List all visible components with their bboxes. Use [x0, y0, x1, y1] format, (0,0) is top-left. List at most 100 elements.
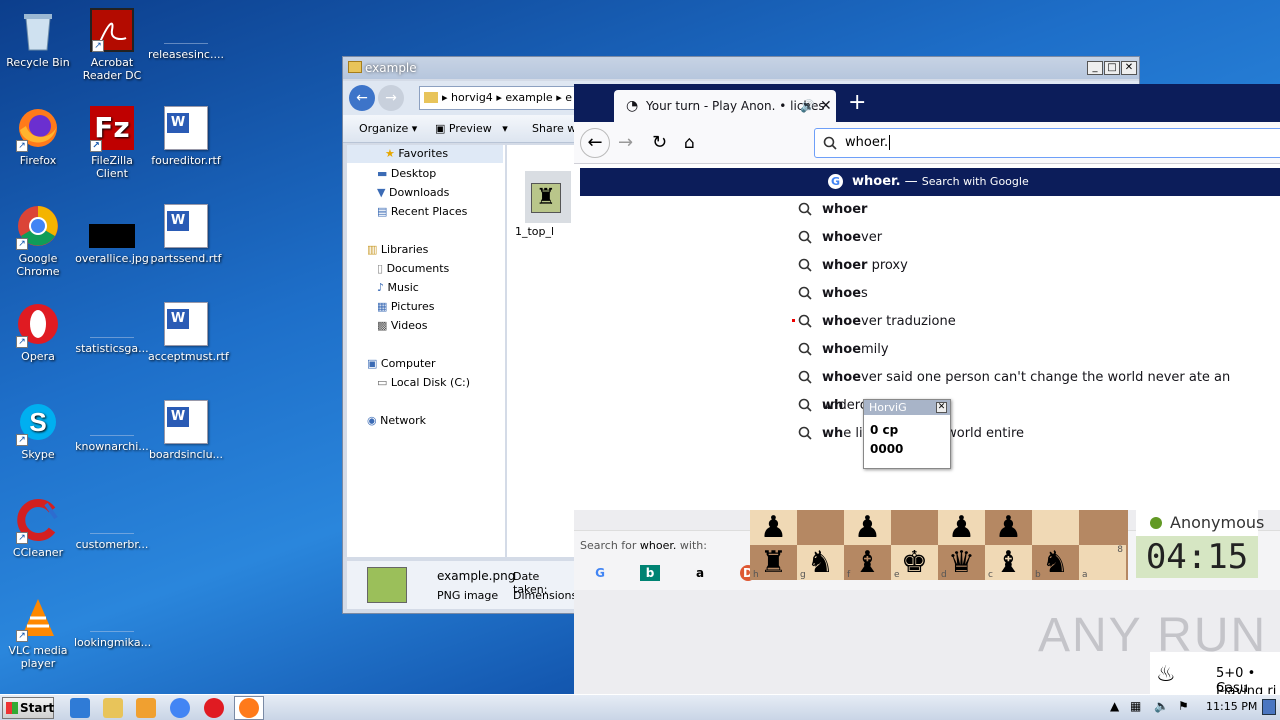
board-square[interactable]: [1079, 510, 1126, 545]
desktop-icon-ccleaner[interactable]: ↗ CCleaner: [0, 494, 76, 559]
firefox-window[interactable]: ◔ Your turn - Play Anon. • liches 🔊 ✕ + …: [574, 84, 1280, 699]
flag-tray-icon[interactable]: ⚑: [1178, 699, 1189, 713]
desktop-icon-overallice[interactable]: overallice.jpg: [74, 200, 150, 265]
nav-pictures[interactable]: ▦ Pictures: [377, 298, 434, 316]
chess-piece[interactable]: ♟: [854, 510, 881, 545]
nav-local-disk[interactable]: ▭ Local Disk (C:): [377, 374, 470, 392]
suggestion-row[interactable]: whoever traduzione: [798, 308, 956, 336]
suggestion-row[interactable]: whoever: [798, 224, 882, 252]
organize-button[interactable]: Organize ▾: [359, 122, 417, 135]
bing-engine-icon[interactable]: b: [640, 565, 660, 581]
nav-music[interactable]: ♪ Music: [377, 279, 419, 297]
minimize-button[interactable]: _: [1087, 61, 1103, 75]
board-square[interactable]: [797, 510, 844, 545]
opera-taskbar-icon[interactable]: [204, 698, 224, 718]
volume-tray-icon[interactable]: 🔈: [1154, 699, 1169, 713]
chess-piece[interactable]: ♞: [807, 545, 834, 580]
board-square[interactable]: ♜ h: [750, 545, 797, 580]
explorer-taskbar-icon[interactable]: [103, 698, 123, 718]
close-tab-icon[interactable]: ✕: [820, 90, 832, 122]
desktop-icon-customerbr[interactable]: customerbr...: [74, 494, 150, 551]
tab-lichess[interactable]: ◔ Your turn - Play Anon. • liches 🔊 ✕: [614, 90, 836, 122]
nav-network[interactable]: ◉ Network: [367, 412, 426, 430]
url-input[interactable]: whoer.: [845, 135, 888, 150]
chrome-taskbar-icon[interactable]: [170, 698, 190, 718]
popup-close-icon[interactable]: ✕: [936, 402, 947, 413]
desktop-icon-vlc[interactable]: ↗ VLC media player: [0, 592, 76, 670]
ie-icon[interactable]: [70, 698, 90, 718]
maximize-button[interactable]: □: [1104, 61, 1120, 75]
desktop-icon-recycle-bin[interactable]: Recycle Bin: [0, 4, 76, 69]
chess-piece[interactable]: ♟: [760, 510, 787, 545]
suggestion-row[interactable]: wh: [798, 392, 843, 420]
chess-piece[interactable]: ♞: [1042, 545, 1069, 580]
forward-arrow-icon[interactable]: →: [618, 128, 633, 158]
board-square[interactable]: ♟: [750, 510, 797, 545]
chess-piece[interactable]: ♝: [995, 545, 1022, 580]
suggestion-row[interactable]: whoer: [798, 196, 867, 224]
suggestion-search-google[interactable]: G whoer. — Search with Google: [580, 168, 1280, 196]
suggestion-row[interactable]: whoemily: [798, 336, 889, 364]
horvig-popup[interactable]: HorviG ✕ 0 cp 0000: [863, 399, 951, 469]
board-square[interactable]: ♛ d: [938, 545, 985, 580]
desktop-icon-foureditor[interactable]: W foureditor.rtf: [148, 102, 224, 167]
breadcrumb-item[interactable]: horvig4: [451, 91, 493, 104]
desktop-icon-chrome[interactable]: ↗ Google Chrome: [0, 200, 76, 278]
chess-board[interactable]: ♟ ♟ ♟ ♟ ♜ h ♞ g ♝ f ♚ e ♛ d ♝ c ♞ b a 8: [750, 510, 1128, 580]
nav-documents[interactable]: ▯ Documents: [377, 260, 449, 278]
clock[interactable]: 11:15 PM: [1206, 700, 1257, 713]
address-path[interactable]: ▸ horvig4 ▸ example ▸ e: [419, 86, 579, 110]
board-square[interactable]: a8: [1079, 545, 1126, 580]
preview-button[interactable]: ▣ Preview ▾: [435, 122, 508, 135]
nav-computer[interactable]: ▣ Computer: [367, 355, 436, 373]
file-label[interactable]: 1_top_l: [515, 225, 554, 238]
chess-piece[interactable]: ♝: [854, 545, 881, 580]
firefox-taskbar-button[interactable]: [234, 696, 264, 720]
speaker-icon[interactable]: 🔊: [800, 90, 815, 122]
nav-videos[interactable]: ▩ Videos: [377, 317, 427, 335]
desktop-icon-lookingmika[interactable]: lookingmika...: [74, 592, 151, 649]
board-square[interactable]: ♚ e: [891, 545, 938, 580]
desktop-icon-partssend[interactable]: W partssend.rtf: [148, 200, 224, 265]
network-tray-icon[interactable]: ▦: [1130, 699, 1141, 713]
breadcrumb-item[interactable]: e: [565, 91, 572, 104]
tray-chevron-icon[interactable]: ▲: [1110, 699, 1119, 713]
nav-desktop[interactable]: ▬ Desktop: [377, 165, 436, 183]
chess-piece[interactable]: ♜: [760, 545, 787, 580]
chess-piece[interactable]: ♟: [995, 510, 1022, 545]
board-square[interactable]: ♝ c: [985, 545, 1032, 580]
desktop-icon-filezilla[interactable]: Fz ↗ FileZilla Client: [74, 102, 150, 180]
desktop-icon-acrobat[interactable]: ↗ Acrobat Reader DC: [74, 4, 150, 82]
desktop-icon-knownarchi[interactable]: knownarchi...: [74, 396, 150, 453]
nav-favorites[interactable]: ★ Favorites: [347, 145, 503, 163]
chess-piece[interactable]: ♚: [901, 545, 928, 580]
chess-piece[interactable]: ♛: [948, 545, 975, 580]
board-square[interactable]: ♞ b: [1032, 545, 1079, 580]
nav-downloads[interactable]: ▼ Downloads: [377, 184, 449, 202]
desktop-icon-opera[interactable]: ↗ Opera: [0, 298, 76, 363]
back-button[interactable]: ←: [349, 85, 375, 111]
start-button[interactable]: Start: [2, 697, 54, 719]
show-desktop-button[interactable]: [1262, 699, 1276, 715]
explorer-titlebar[interactable]: example _ □ ✕: [343, 57, 1139, 79]
file-thumbnail[interactable]: ♜: [525, 171, 571, 223]
desktop-icon-boardsinclu[interactable]: W boardsinclu...: [148, 396, 224, 461]
url-bar[interactable]: whoer.: [814, 128, 1280, 158]
home-icon[interactable]: ⌂: [684, 128, 695, 158]
amazon-engine-icon[interactable]: a: [690, 565, 710, 581]
share-button[interactable]: Share wi: [532, 122, 579, 135]
suggestion-row[interactable]: whoever said one person can't change the…: [798, 364, 1280, 413]
board-square[interactable]: [891, 510, 938, 545]
board-square[interactable]: ♞ g: [797, 545, 844, 580]
back-arrow-icon[interactable]: ←: [580, 128, 610, 158]
board-square[interactable]: ♟: [938, 510, 985, 545]
reload-icon[interactable]: ↻: [652, 128, 667, 158]
close-button[interactable]: ✕: [1121, 61, 1137, 75]
media-player-icon[interactable]: [136, 698, 156, 718]
new-tab-button[interactable]: +: [848, 90, 866, 116]
player-name[interactable]: Anonymous: [1136, 510, 1264, 536]
board-square[interactable]: ♟: [985, 510, 1032, 545]
breadcrumb-item[interactable]: example: [505, 91, 552, 104]
nav-libraries[interactable]: ▥ Libraries: [367, 241, 428, 259]
nav-recent-places[interactable]: ▤ Recent Places: [377, 203, 467, 221]
